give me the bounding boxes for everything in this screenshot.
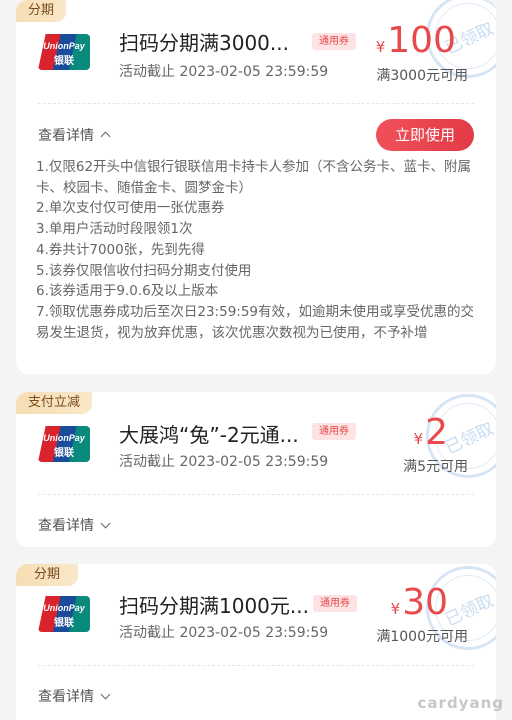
coupon-deadline: 活动截止 2023-02-05 23:59:59 (119, 64, 329, 80)
coupon-type-badge: 通用券 (312, 33, 356, 50)
coupon-type-badge: 通用券 (312, 423, 356, 440)
coupon-card-2: 已领取 支付立减 UnionPay 银联 大展鸿“兔”-2元通... 通用券 活… (16, 392, 496, 547)
divider (38, 494, 474, 495)
coupon-condition: 满5元可用 (403, 459, 468, 475)
chevron-up-icon (100, 131, 111, 142)
unionpay-logo-icon: UnionPay 银联 (38, 596, 90, 632)
coupon-title: 扫码分期满1000元... (119, 594, 309, 618)
coupon-tag: 分期 (16, 0, 67, 22)
divider (38, 665, 474, 666)
coupon-deadline: 活动截止 2023-02-05 23:59:59 (119, 625, 329, 641)
coupon-amount: ¥30 (390, 582, 448, 623)
details-toggle[interactable]: 查看详情 (38, 515, 111, 535)
use-now-button[interactable]: 立即使用 (375, 119, 474, 151)
chevron-down-icon (100, 689, 111, 699)
chevron-down-icon (100, 518, 111, 528)
coupon-card-1: 已领取 分期 UnionPay 银联 扫码分期满3000... 通用券 活动截止… (16, 0, 496, 374)
rule-item: 7.领取优惠券成功后至次日23:59:59有效，如逾期未使用或享受优惠的交易发生… (36, 303, 475, 341)
unionpay-logo-icon: UnionPay 银联 (38, 426, 90, 462)
coupon-title: 扫码分期满3000... (119, 31, 289, 55)
details-toggle[interactable]: 查看详情 (38, 686, 111, 706)
divider (38, 103, 474, 104)
rule-item: 5.该券仅限信收付扫码分期支付使用 (36, 262, 252, 279)
coupon-tag: 分期 (16, 564, 79, 586)
rule-item: 6.该券适用于9.0.6及以上版本 (36, 283, 219, 300)
details-toggle[interactable]: 查看详情 (38, 125, 111, 145)
rule-item: 1.仅限62开头中信银行银联信用卡持卡人参加（不含公务卡、蓝卡、附属卡、校园卡、… (36, 159, 472, 196)
coupon-deadline: 活动截止 2023-02-05 23:59:59 (119, 454, 329, 470)
rule-item: 2.单次支付仅可使用一张优惠券 (36, 200, 225, 217)
rule-item: 3.单用户活动时段限领1次 (36, 221, 193, 238)
coupon-title: 大展鸿“兔”-2元通... (119, 423, 299, 447)
coupon-rules: 1.仅限62开头中信银行银联信用卡持卡人参加（不含公务卡、蓝卡、附属卡、校园卡、… (36, 157, 474, 343)
coupon-amount: ¥100 (375, 20, 456, 61)
unionpay-logo-icon: UnionPay 银联 (38, 34, 90, 70)
coupon-condition: 满1000元可用 (376, 629, 468, 645)
watermark: cardyang (417, 694, 504, 712)
coupon-condition: 满3000元可用 (376, 68, 468, 84)
coupon-amount: ¥2 (413, 412, 448, 453)
coupon-type-badge: 通用券 (313, 595, 357, 612)
rule-item: 4.券共计7000张，先到先得 (36, 241, 205, 258)
coupon-tag: 支付立减 (16, 392, 93, 414)
